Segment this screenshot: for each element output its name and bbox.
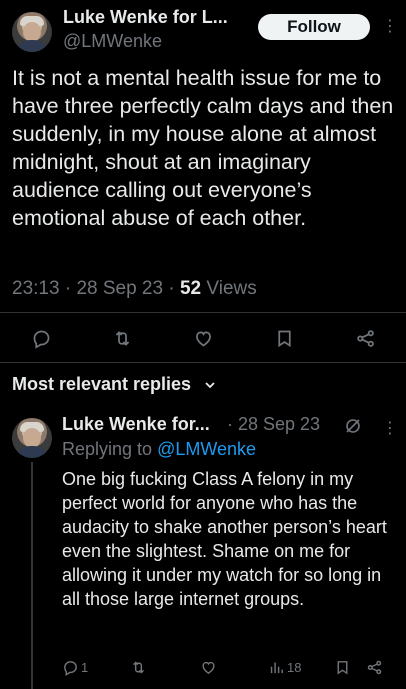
reply-text: One big fucking Class A felony in my per…: [62, 469, 387, 609]
reply-bookmark-button[interactable]: [334, 656, 351, 678]
share-icon: [367, 660, 382, 674]
reply-icon: [64, 660, 77, 676]
tweet-meta: 23:13 · 28 Sep 23 · 52 Views: [12, 278, 257, 300]
chevron-down-icon[interactable]: [204, 379, 216, 391]
views-label: Views: [206, 278, 257, 299]
divider: [0, 362, 406, 363]
avatar-face: [23, 428, 41, 448]
reply-retweet-button[interactable]: [130, 656, 147, 678]
reply-views-count: 18: [287, 659, 302, 675]
grok-icon[interactable]: [344, 417, 362, 435]
views-count: 52: [179, 278, 202, 299]
more-options-icon[interactable]: ⋮: [382, 16, 398, 36]
avatar-face: [23, 22, 41, 42]
author-avatar[interactable]: [12, 12, 52, 52]
replying-prefix: Replying to: [62, 439, 153, 459]
tweet-time[interactable]: 23:13: [12, 278, 60, 299]
avatar-shirt: [16, 40, 48, 52]
tweet-date[interactable]: 28 Sep 23: [76, 278, 163, 299]
replying-to: Replying to @LMWenke: [62, 439, 256, 460]
reply-icon[interactable]: [27, 322, 55, 354]
meta-separator: ·: [168, 278, 175, 299]
reply-share-button[interactable]: [366, 656, 383, 678]
divider: [0, 312, 406, 313]
reply-author-name[interactable]: Luke Wenke for...: [62, 414, 227, 435]
bookmark-icon[interactable]: [270, 322, 298, 354]
avatar-shirt: [16, 446, 48, 458]
thread-line: [31, 462, 33, 689]
like-icon[interactable]: [189, 322, 217, 354]
retweet-icon[interactable]: [108, 322, 136, 354]
meta-separator: ·: [64, 278, 72, 299]
reply-author-avatar[interactable]: [12, 418, 52, 458]
tweet-text: It is not a mental health issue for me t…: [12, 66, 394, 230]
reply-reply-button[interactable]: 1: [62, 656, 88, 678]
reply-action-bar: 1 18: [60, 656, 400, 678]
reply-date[interactable]: · 28 Sep 23: [227, 414, 320, 435]
share-icon[interactable]: [351, 322, 379, 354]
reply-views-button[interactable]: 18: [268, 656, 301, 678]
retweet-icon: [133, 661, 144, 673]
views-icon: [270, 662, 283, 673]
reply-like-button[interactable]: [200, 656, 217, 678]
bookmark-icon: [337, 660, 348, 674]
tweet-action-bar: [0, 322, 406, 354]
replies-sort-label[interactable]: Most relevant replies: [12, 374, 191, 395]
follow-button[interactable]: Follow: [258, 14, 370, 40]
like-icon: [202, 661, 215, 674]
reply-count: 1: [81, 659, 89, 675]
replying-handle-link[interactable]: @LMWenke: [157, 439, 256, 459]
reply-more-options-icon[interactable]: ⋮: [382, 418, 398, 438]
author-handle[interactable]: @LMWenke: [63, 31, 162, 52]
author-display-name[interactable]: Luke Wenke for L...: [63, 7, 248, 28]
